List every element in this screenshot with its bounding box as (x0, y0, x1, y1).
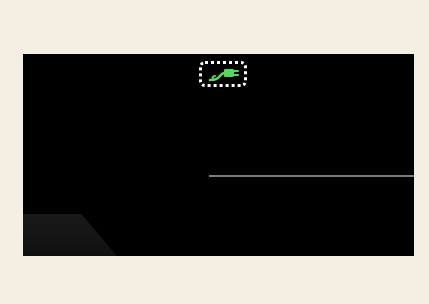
plug-icon (208, 69, 239, 82)
horizontal-divider (209, 175, 414, 177)
lower-left-shape (23, 214, 117, 256)
screen-area (23, 54, 414, 256)
power-plug-indicator[interactable] (199, 61, 247, 87)
